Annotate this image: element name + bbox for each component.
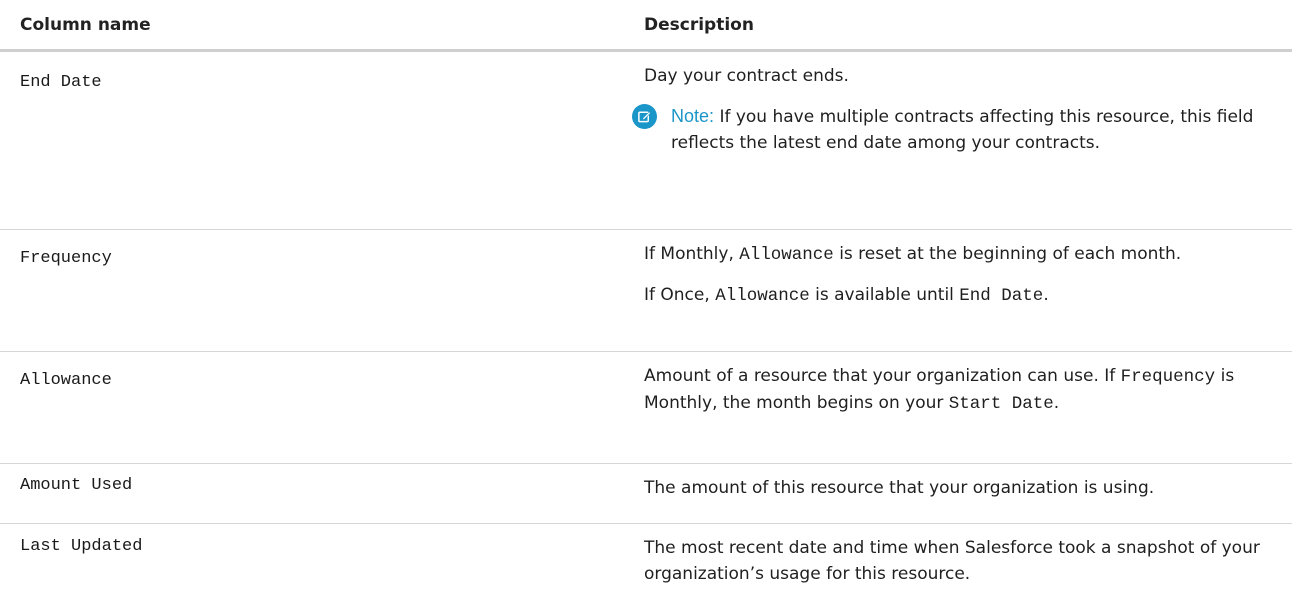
column-name-amount-used: Amount Used [0, 464, 640, 524]
description-text: Day your contract ends. [644, 63, 1292, 89]
text-fragment: If Monthly, [644, 244, 734, 264]
table-row: End Date Day your contract ends. Note: I… [0, 51, 1292, 230]
code-allowance: Allowance [715, 286, 810, 306]
code-end-date: End Date [959, 286, 1043, 306]
column-name-allowance: Allowance [0, 352, 640, 464]
note-label: Note: [671, 106, 714, 126]
note-callout: Note: If you have multiple contracts aff… [632, 103, 1292, 156]
description-text: The amount of this resource that your or… [644, 475, 1292, 501]
note-body: Note: If you have multiple contracts aff… [671, 103, 1292, 156]
description-allowance: Amount of a resource that your organizat… [640, 352, 1292, 464]
description-last-updated: The most recent date and time when Sales… [640, 524, 1292, 607]
column-name-frequency: Frequency [0, 230, 640, 352]
code-allowance: Allowance [739, 245, 834, 265]
table-header-row: Column name Description [0, 0, 1292, 51]
code-frequency: Frequency [1121, 367, 1216, 387]
frequency-monthly-line: If Monthly, Allowance is reset at the be… [644, 241, 1292, 268]
text-fragment: is available until [815, 285, 954, 305]
note-text: If you have multiple contracts affecting… [671, 107, 1253, 153]
text-fragment: If Once, [644, 285, 710, 305]
edit-note-icon [632, 104, 657, 129]
column-name-header: Column name [0, 0, 640, 51]
table-row: Last Updated The most recent date and ti… [0, 524, 1292, 607]
text-fragment: is reset at the beginning of each month. [839, 244, 1181, 264]
frequency-once-line: If Once, Allowance is available until En… [644, 282, 1292, 309]
column-name-end-date: End Date [0, 51, 640, 230]
table-row: Amount Used The amount of this resource … [0, 464, 1292, 524]
text-fragment: . [1054, 393, 1059, 413]
description-amount-used: The amount of this resource that your or… [640, 464, 1292, 524]
table-row: Frequency If Monthly, Allowance is reset… [0, 230, 1292, 352]
column-name-last-updated: Last Updated [0, 524, 640, 607]
description-text: The most recent date and time when Sales… [644, 535, 1292, 587]
text-fragment: . [1043, 285, 1048, 305]
description-frequency: If Monthly, Allowance is reset at the be… [640, 230, 1292, 352]
table-row: Allowance Amount of a resource that your… [0, 352, 1292, 464]
text-fragment: Amount of a resource that your organizat… [644, 366, 1115, 386]
description-header: Description [640, 0, 1292, 51]
columns-table: Column name Description End Date Day you… [0, 0, 1292, 607]
allowance-text: Amount of a resource that your organizat… [644, 363, 1292, 417]
code-start-date: Start Date [949, 394, 1054, 414]
description-end-date: Day your contract ends. Note: If you hav… [640, 51, 1292, 230]
